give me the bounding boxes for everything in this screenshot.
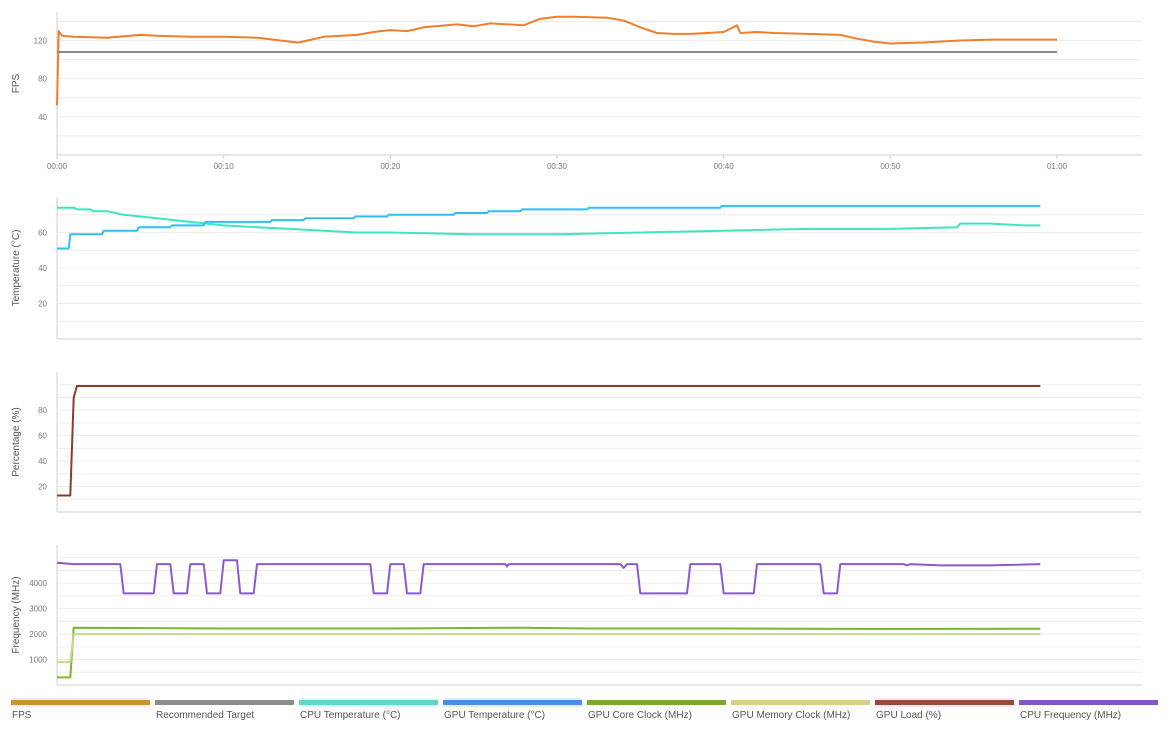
chart-panel-3: 20 40 60 80 Percentage (%) — [11, 372, 1142, 513]
chart-panel-2: 20 40 60 Temperature (°C) — [11, 197, 1142, 340]
y-tick-label: 20 — [38, 300, 47, 309]
y-tick-label: 40 — [38, 457, 47, 466]
legend-item-gpu-memory-clock-mhz[interactable]: GPU Memory Clock (MHz) — [731, 698, 871, 728]
legend-item-fps[interactable]: FPS — [11, 698, 151, 728]
y-tick-label: 1000 — [29, 656, 47, 665]
legend-item-cpu-temperature-c[interactable]: CPU Temperature (°C) — [299, 698, 439, 728]
legend-swatch — [11, 700, 150, 705]
chart-panel-1: 40 80 120 FPS 00:00 00:10 00:20 00:30 00:40 00:50… — [11, 12, 1142, 171]
x-tick-label: 00:10 — [214, 162, 235, 171]
legend-swatch — [875, 700, 1014, 705]
legend-label: GPU Memory Clock (MHz) — [732, 710, 851, 721]
legend-item-gpu-load[interactable]: GPU Load (%) — [875, 698, 1015, 728]
legend-label: CPU Frequency (MHz) — [1020, 710, 1122, 721]
legend: FPS Recommended Target CPU Temperature (°C… — [0, 698, 1170, 728]
legend-item-recommended-target[interactable]: Recommended Target — [155, 698, 295, 728]
y-axis-title: Frequency (MHz) — [11, 576, 22, 653]
y-tick-label: 120 — [34, 37, 48, 46]
y-tick-label: 3000 — [29, 605, 47, 614]
y-axis-title: Percentage (%) — [11, 407, 22, 476]
legend-swatch — [731, 700, 870, 705]
series-line-gpu-load — [57, 385, 1041, 497]
x-tick-label: 01:00 — [1047, 162, 1068, 171]
legend-swatch — [443, 700, 582, 705]
legend-item-gpu-core-clock-mhz[interactable]: GPU Core Clock (MHz) — [587, 698, 727, 728]
legend-swatch — [299, 700, 438, 705]
y-tick-label: 80 — [38, 75, 47, 84]
legend-label: CPU Temperature (°C) — [300, 710, 401, 721]
x-tick-label: 00:50 — [880, 162, 901, 171]
legend-swatch — [587, 700, 726, 705]
y-axis-title: FPS — [11, 73, 22, 93]
legend-swatch — [1019, 700, 1158, 705]
legend-label: GPU Core Clock (MHz) — [588, 710, 692, 721]
y-tick-label: 80 — [38, 406, 47, 415]
series-line-cpu-temperature-c — [57, 206, 1041, 236]
y-tick-label: 60 — [38, 229, 47, 238]
x-tick-label: 00:20 — [380, 162, 401, 171]
chart-panel-4: 1000 2000 3000 4000 Frequency (MHz) — [11, 545, 1142, 686]
series-line-cpu-frequency-mhz — [56, 559, 1041, 595]
legend-label: Recommended Target — [156, 710, 255, 721]
y-axis-title: Temperature (°C) — [11, 230, 22, 307]
x-tick-label: 00:00 — [47, 162, 68, 171]
x-tick-label: 00:40 — [714, 162, 735, 171]
series-line-gpu-memory-clock-mhz — [57, 633, 1041, 664]
x-tick-label: 00:30 — [547, 162, 568, 171]
y-tick-label: 2000 — [29, 630, 47, 639]
legend-label: GPU Load (%) — [876, 710, 942, 721]
legend-item-gpu-temperature-c[interactable]: GPU Temperature (°C) — [443, 698, 583, 728]
legend-swatch — [155, 700, 294, 705]
series-line-gpu-core-clock-mhz — [57, 626, 1041, 679]
charts-canvas: 40 80 120 FPS 00:00 00:10 00:20 00:30 00:40 00:50… — [11, 12, 1142, 686]
y-tick-label: 20 — [38, 483, 47, 492]
series-line-fps — [56, 15, 1057, 106]
legend-item-cpu-frequency-mhz[interactable]: CPU Frequency (MHz) — [1019, 698, 1159, 728]
legend-label: FPS — [12, 710, 32, 721]
y-tick-label: 40 — [38, 113, 47, 122]
series-line-gpu-temperature-c — [57, 204, 1041, 250]
y-tick-label: 4000 — [29, 579, 47, 588]
legend-label: GPU Temperature (°C) — [444, 710, 546, 721]
y-tick-label: 60 — [38, 432, 47, 441]
y-tick-label: 40 — [38, 264, 47, 273]
